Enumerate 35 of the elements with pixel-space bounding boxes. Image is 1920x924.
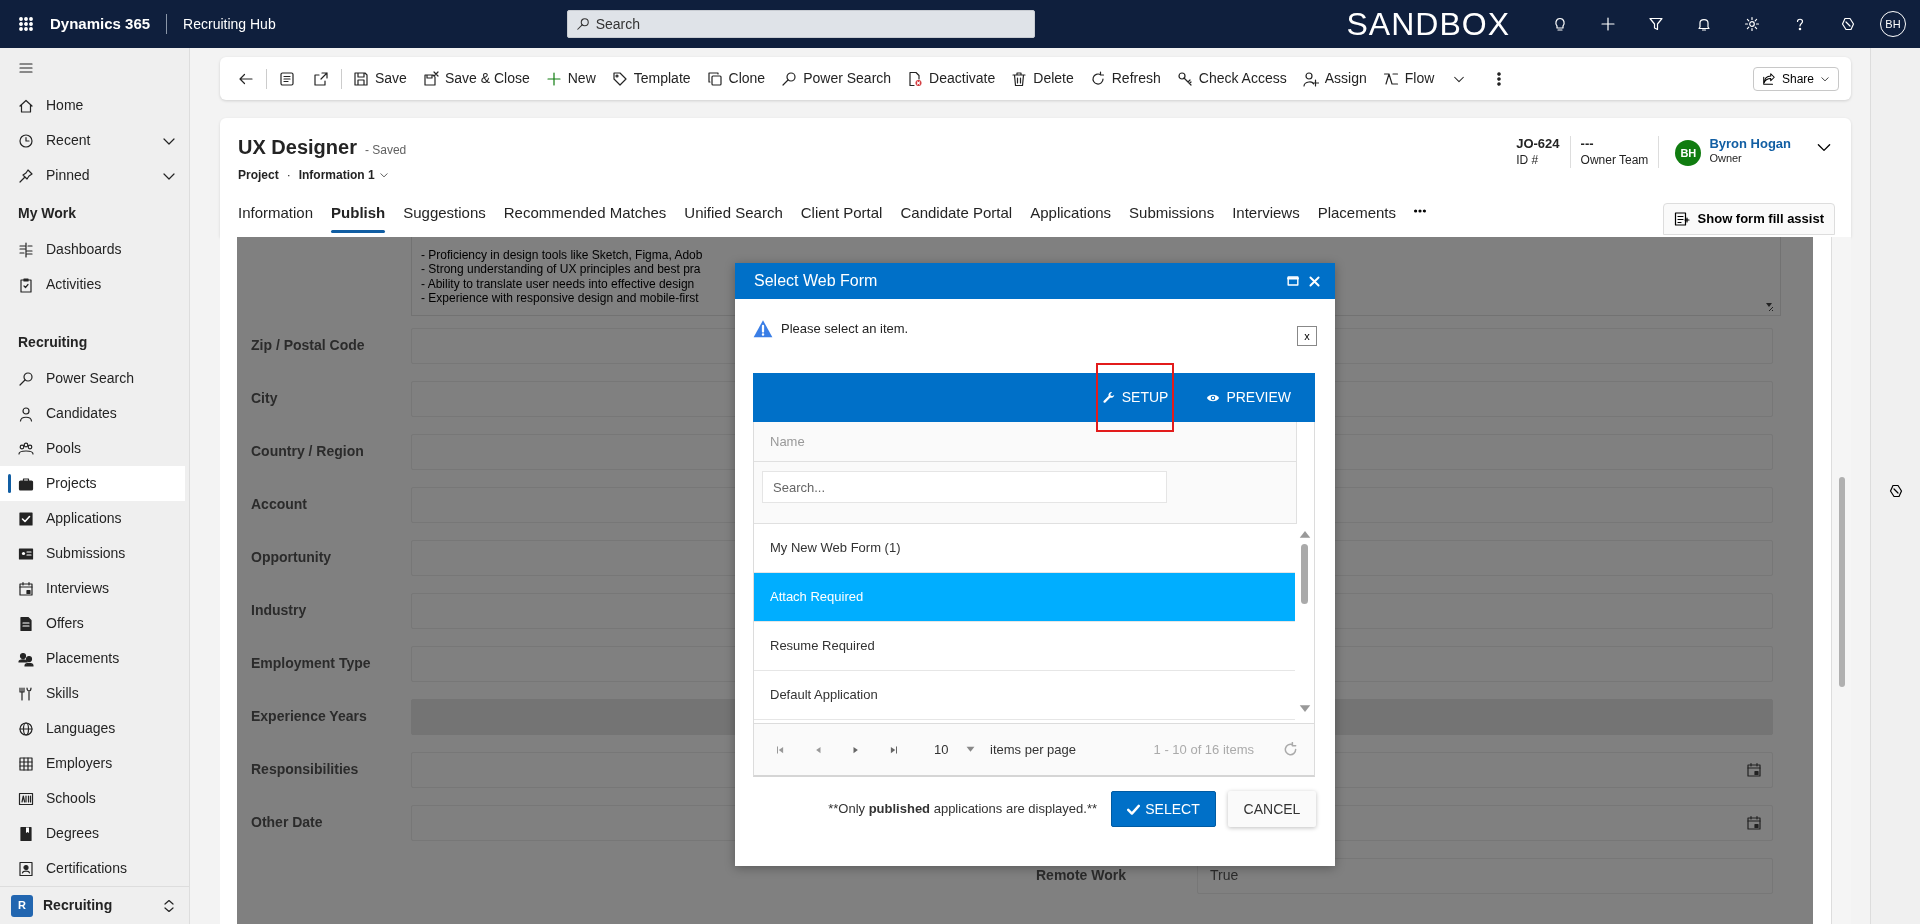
field-label: Experience Years [250, 707, 368, 726]
header-field-value: JO-624 [1516, 136, 1560, 153]
area-badge: R [11, 894, 33, 917]
field-label: Responsibilities [250, 760, 360, 779]
section-title: Recruiting [17, 333, 89, 352]
alert-message: Please select an item. [781, 320, 910, 338]
text-line: - Ability to translate user needs into effective design [421, 276, 695, 291]
field-label: City [250, 389, 279, 408]
text-line: - Experience with responsive design and mobile-first [421, 291, 699, 306]
area-name: Recruiting Hub [183, 14, 276, 34]
owner-label: Owner [1709, 152, 1743, 166]
section-title: My Work [17, 204, 78, 223]
record-title: UX Designer [238, 135, 357, 160]
field-label: Industry [250, 601, 308, 620]
field-label: Account [250, 495, 308, 514]
field-label: Opportunity [250, 548, 333, 567]
text-line: - Proficiency in design tools like Sketch, Figma, Adob [421, 247, 703, 262]
field-label: Other Date [250, 813, 324, 832]
dialog-title: Select Web Form [754, 271, 879, 291]
environment-label: SANDBOX [1346, 5, 1510, 44]
field-label: Remote Work [1035, 866, 1127, 885]
text-line: - Strong understanding of UX principles and best pra [421, 262, 701, 277]
header-field-value: --- [1580, 136, 1595, 153]
field-label: Zip / Postal Code [250, 336, 366, 355]
owner-avatar: BH [1675, 140, 1702, 166]
footer-note: **Only published applications are displayed.** [828, 800, 1097, 819]
pager-summary: 1 - 10 of 16 items [1153, 740, 1254, 759]
field-label: Country / Region [250, 442, 365, 461]
separator-dot: · [286, 167, 291, 184]
header-field-label: Owner Team [1580, 152, 1649, 169]
field-label: Employment Type [250, 654, 372, 673]
save-status: - Saved [364, 142, 407, 159]
entity-name: Project [238, 167, 279, 184]
header-field-label: ID # [1516, 152, 1540, 169]
items-per-page-label: items per page [990, 740, 1077, 759]
